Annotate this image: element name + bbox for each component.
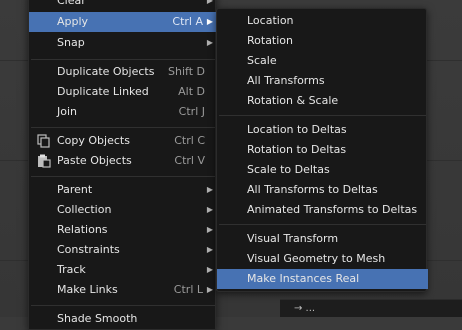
status-bar-text: → ... [294, 303, 316, 314]
menu-item-label: Parent [57, 183, 93, 196]
status-bar: → ... [280, 299, 462, 317]
submenu-item-rotation[interactable]: Rotation [217, 31, 428, 51]
menu-item-label: Join [57, 105, 78, 118]
menu-item-label: Scale [247, 54, 277, 67]
menu-item-label: Location to Deltas [247, 123, 347, 136]
menu-item-label: All Transforms to Deltas [247, 183, 378, 196]
submenu-item-scale-to-deltas[interactable]: Scale to Deltas [217, 160, 428, 180]
menu-item-shortcut: Shift D [168, 65, 205, 78]
menu-item-shortcut: Ctrl C [174, 134, 205, 147]
menu-item-label: Visual Transform [247, 232, 339, 245]
submenu-item-location-to-deltas[interactable]: Location to Deltas [217, 120, 428, 140]
object-context-menu: Clear ▶ Apply Ctrl A ▶ Snap ▶ Duplicate … [28, 0, 217, 330]
menu-item-copy-objects[interactable]: Copy Objects Ctrl C [29, 131, 217, 151]
menu-item-label: Make Links [57, 283, 118, 296]
menu-item-label: Animated Transforms to Deltas [247, 203, 418, 216]
menu-item-duplicate-linked[interactable]: Duplicate Linked Alt D [29, 82, 217, 102]
submenu-arrow-icon: ▶ [206, 185, 213, 194]
menu-item-shortcut: Ctrl L [173, 283, 203, 296]
menu-item-duplicate-objects[interactable]: Duplicate Objects Shift D [29, 62, 217, 82]
menu-item-apply[interactable]: Apply Ctrl A ▶ [29, 12, 217, 32]
menu-separator [31, 305, 215, 306]
menu-item-make-links[interactable]: Make Links Ctrl L ▶ [29, 280, 217, 300]
menu-item-label: Shade Smooth [57, 312, 138, 325]
menu-item-label: Visual Geometry to Mesh [247, 252, 386, 265]
submenu-arrow-icon: ▶ [206, 285, 213, 294]
menu-item-join[interactable]: Join Ctrl J [29, 102, 217, 122]
submenu-item-all-transforms-to-deltas[interactable]: All Transforms to Deltas [217, 180, 428, 200]
menu-item-clear[interactable]: Clear ▶ [29, 0, 217, 11]
submenu-item-scale[interactable]: Scale [217, 51, 428, 71]
menu-item-shortcut: Ctrl J [178, 105, 205, 118]
submenu-arrow-icon: ▶ [206, 265, 213, 274]
submenu-arrow-icon: ▶ [206, 205, 213, 214]
menu-separator [31, 59, 215, 60]
menu-separator [31, 176, 215, 177]
menu-item-label: Clear [57, 0, 86, 7]
menu-item-label: Track [57, 263, 86, 276]
submenu-arrow-icon: ▶ [206, 245, 213, 254]
menu-item-label: Duplicate Objects [57, 65, 155, 78]
submenu-arrow-icon: ▶ [206, 225, 213, 234]
submenu-arrow-icon: ▶ [206, 38, 213, 47]
menu-item-label: Rotation & Scale [247, 94, 339, 107]
submenu-arrow-icon: ▶ [206, 0, 213, 5]
menu-item-shade-smooth[interactable]: Shade Smooth [29, 309, 217, 329]
menu-item-label: Snap [57, 36, 85, 49]
menu-item-label: Copy Objects [57, 134, 130, 147]
paste-icon [37, 154, 51, 168]
submenu-arrow-icon: ▶ [206, 17, 213, 26]
menu-separator [31, 127, 215, 128]
menu-item-label: Duplicate Linked [57, 85, 149, 98]
menu-item-snap[interactable]: Snap ▶ [29, 33, 217, 53]
menu-item-label: Relations [57, 223, 108, 236]
menu-item-label: Apply [57, 15, 89, 28]
menu-item-collection[interactable]: Collection ▶ [29, 200, 217, 220]
menu-item-label: All Transforms [247, 74, 325, 87]
menu-item-label: Make Instances Real [247, 272, 360, 285]
submenu-item-animated-transforms-to-deltas[interactable]: Animated Transforms to Deltas [217, 200, 428, 220]
submenu-item-make-instances-real[interactable]: Make Instances Real [217, 269, 428, 289]
menu-item-track[interactable]: Track ▶ [29, 260, 217, 280]
menu-item-parent[interactable]: Parent ▶ [29, 180, 217, 200]
menu-item-shortcut: Ctrl A [172, 15, 203, 28]
menu-item-label: Paste Objects [57, 154, 132, 167]
menu-item-paste-objects[interactable]: Paste Objects Ctrl V [29, 151, 217, 171]
menu-item-label: Rotation [247, 34, 294, 47]
menu-item-relations[interactable]: Relations ▶ [29, 220, 217, 240]
menu-item-shortcut: Ctrl V [174, 154, 205, 167]
submenu-item-location[interactable]: Location [217, 11, 428, 31]
menu-item-label: Collection [57, 203, 112, 216]
menu-item-label: Scale to Deltas [247, 163, 330, 176]
submenu-item-all-transforms[interactable]: All Transforms [217, 71, 428, 91]
menu-separator [219, 115, 426, 116]
menu-item-constraints[interactable]: Constraints ▶ [29, 240, 217, 260]
menu-item-label: Location [247, 14, 294, 27]
submenu-item-visual-transform[interactable]: Visual Transform [217, 229, 428, 249]
copy-icon [37, 134, 51, 148]
menu-item-label: Constraints [57, 243, 120, 256]
submenu-item-rotation-to-deltas[interactable]: Rotation to Deltas [217, 140, 428, 160]
menu-item-shortcut: Alt D [178, 85, 205, 98]
submenu-item-rotation-scale[interactable]: Rotation & Scale [217, 91, 428, 111]
menu-separator [219, 224, 426, 225]
menu-item-label: Rotation to Deltas [247, 143, 347, 156]
apply-submenu: Location Rotation Scale All Transforms R… [216, 8, 428, 292]
submenu-item-visual-geometry-to-mesh[interactable]: Visual Geometry to Mesh [217, 249, 428, 269]
